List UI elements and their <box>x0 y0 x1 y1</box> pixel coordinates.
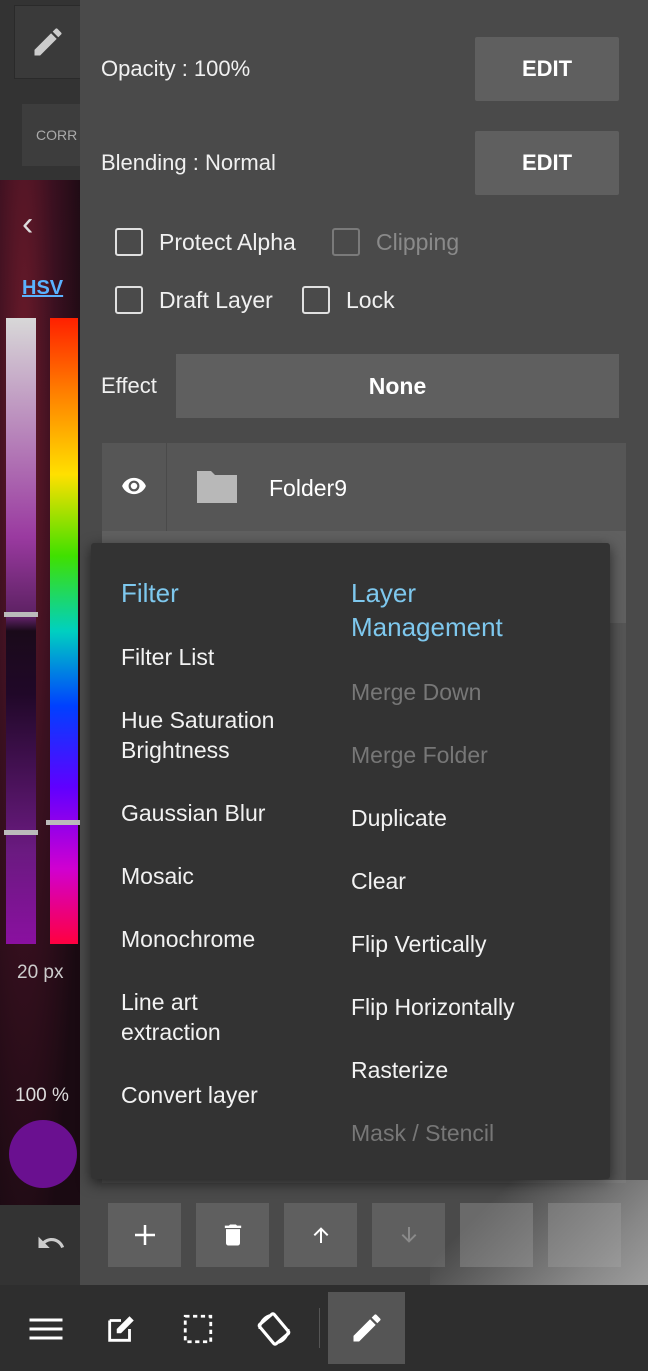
menu-flip-vertically[interactable]: Flip Vertically <box>351 929 486 959</box>
visibility-toggle[interactable] <box>102 443 167 531</box>
menu-icon[interactable] <box>22 1305 70 1353</box>
hue-slider[interactable] <box>46 318 80 944</box>
move-layer-up-button[interactable] <box>284 1203 357 1267</box>
layer-row[interactable]: Folder9 <box>102 443 626 531</box>
clipping-label: Clipping <box>376 229 460 255</box>
menu-mask-stencil: Mask / Stencil <box>351 1120 495 1146</box>
eye-icon <box>122 477 146 495</box>
value-slider-knob[interactable] <box>4 612 38 617</box>
protect-alpha-checkbox[interactable] <box>115 228 143 256</box>
pencil-icon <box>353 1314 380 1342</box>
blending-label: Blending : Normal <box>101 150 276 175</box>
pencil-tool-button[interactable] <box>328 1292 405 1364</box>
menu-flip-horizontally[interactable]: Flip Horizontally <box>351 992 515 1022</box>
menu-convert-layer[interactable]: Convert layer <box>121 1080 258 1110</box>
chevron-left-icon[interactable]: ‹ <box>22 205 33 244</box>
arrow-up-icon <box>313 1227 328 1243</box>
effect-label: Effect <box>101 373 157 398</box>
draft-layer-label: Draft Layer <box>159 287 273 313</box>
folder-icon <box>197 471 237 503</box>
menu-rasterize[interactable]: Rasterize <box>351 1055 448 1085</box>
trash-icon <box>224 1224 241 1246</box>
correction-button[interactable]: CORR <box>22 104 80 166</box>
opacity-label: Opacity : 100% <box>101 56 251 81</box>
menu-gaussian-blur[interactable]: Gaussian Blur <box>121 798 265 828</box>
rotate-icon[interactable] <box>250 1305 298 1353</box>
menu-merge-down: Merge Down <box>351 679 482 705</box>
brush-opacity-label: 100 % <box>15 1085 69 1106</box>
layer-name: Folder9 <box>269 475 347 501</box>
hue-slider-knob[interactable] <box>46 820 80 825</box>
menu-filter-list[interactable]: Filter List <box>121 642 214 672</box>
clipping-checkbox <box>332 228 360 256</box>
value-slider[interactable] <box>4 318 38 944</box>
value-slider-knob-2[interactable] <box>4 830 38 835</box>
selection-icon[interactable] <box>174 1305 222 1353</box>
pencil-icon <box>34 28 62 56</box>
undo-icon[interactable] <box>34 1228 68 1266</box>
layer-context-menu: Filter Filter List Hue Saturation Bright… <box>91 543 610 1179</box>
menu-merge-folder: Merge Folder <box>351 742 488 768</box>
current-color-swatch[interactable] <box>9 1120 77 1188</box>
menu-mosaic[interactable]: Mosaic <box>121 861 194 891</box>
pen-tool-button[interactable] <box>14 5 82 79</box>
menu-line-art-extraction[interactable]: Line art extraction <box>121 987 281 1047</box>
edit-box-icon[interactable] <box>97 1305 145 1353</box>
menu-hue-saturation-brightness[interactable]: Hue Saturation Brightness <box>121 705 321 765</box>
correction-label: CORR <box>36 127 78 143</box>
lock-label: Lock <box>346 287 395 313</box>
filter-header: Filter <box>121 578 179 608</box>
layer-management-header: Layer Management <box>351 578 503 642</box>
arrow-down-icon <box>401 1227 416 1243</box>
delete-layer-button[interactable] <box>196 1203 269 1267</box>
menu-clear[interactable]: Clear <box>351 866 406 896</box>
lock-checkbox[interactable] <box>302 286 330 314</box>
blending-edit-button[interactable]: EDIT <box>475 131 619 195</box>
brush-size-label: 20 px <box>17 962 64 983</box>
add-layer-button[interactable] <box>108 1203 181 1267</box>
draft-layer-checkbox[interactable] <box>115 286 143 314</box>
opacity-edit-button[interactable]: EDIT <box>475 37 619 101</box>
menu-monochrome[interactable]: Monochrome <box>121 924 255 954</box>
bottom-toolbar <box>0 1285 648 1371</box>
toolbar-divider <box>319 1308 320 1348</box>
menu-duplicate[interactable]: Duplicate <box>351 803 447 833</box>
add-icon <box>134 1225 155 1245</box>
hsv-tab[interactable]: HSV <box>22 277 63 300</box>
effect-select-button[interactable]: None <box>176 354 619 418</box>
protect-alpha-label: Protect Alpha <box>159 229 296 255</box>
